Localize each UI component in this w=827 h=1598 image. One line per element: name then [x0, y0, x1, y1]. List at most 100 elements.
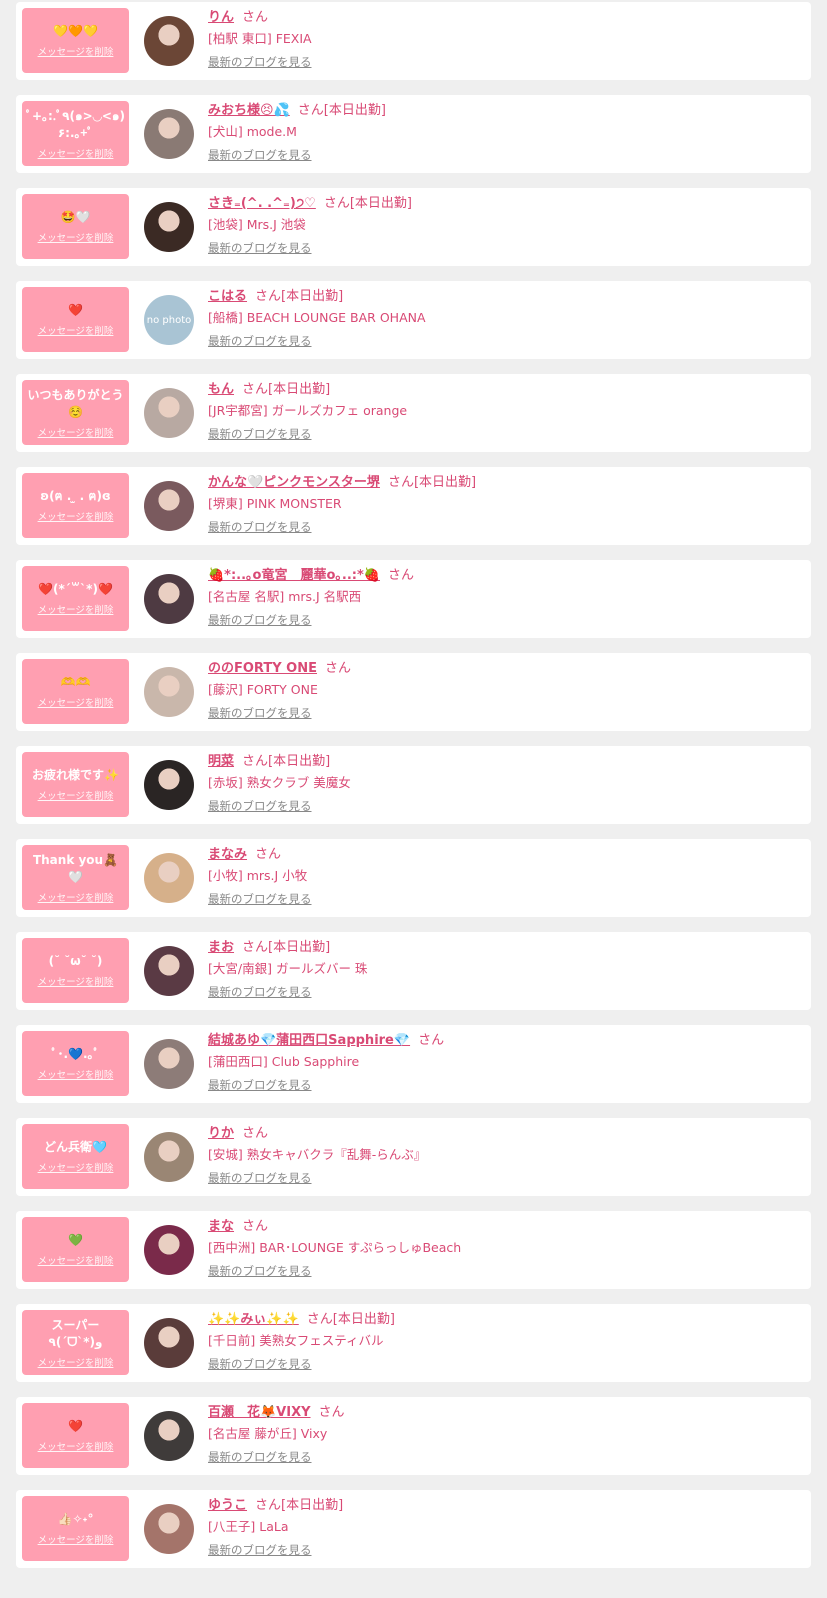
avatar[interactable] — [144, 853, 194, 903]
latest-blog-link[interactable]: 最新のブログを見る — [208, 1449, 312, 1465]
avatar[interactable] — [144, 1039, 194, 1089]
delete-message-link[interactable]: メッセージを削除 — [38, 323, 114, 337]
avatar[interactable] — [144, 1132, 194, 1182]
delete-message-link[interactable]: メッセージを削除 — [38, 146, 114, 160]
status-text: [本日出勤] — [281, 289, 344, 304]
delete-message-link[interactable]: メッセージを削除 — [38, 230, 114, 244]
name-line: まな さん — [208, 1218, 803, 1236]
delete-message-link[interactable]: メッセージを削除 — [38, 890, 114, 904]
delete-message-link[interactable]: メッセージを削除 — [38, 1160, 114, 1174]
avatar[interactable] — [144, 202, 194, 252]
girl-name-link[interactable]: りか — [208, 1126, 234, 1141]
girl-info: 百瀬 花🦊VIXY さん [名古屋 藤が丘] Vixy 最新のブログを見る — [208, 1404, 803, 1465]
girl-name-link[interactable]: さき₌(^. .^₌)੭♡ — [208, 196, 316, 211]
latest-blog-link[interactable]: 最新のブログを見る — [208, 798, 312, 814]
avatar[interactable] — [144, 946, 194, 996]
shop-name: [犬山] mode.M — [208, 124, 297, 139]
delete-message-link[interactable]: メッセージを削除 — [38, 1067, 114, 1081]
message-text: ﾟ･.💙.｡ﾟ — [51, 1047, 100, 1061]
avatar[interactable] — [144, 667, 194, 717]
name-line: さき₌(^. .^₌)੭♡ さん[本日出勤] — [208, 195, 803, 213]
message-card: ❤️ メッセージを削除 no photo こはる さん[本日出勤] [船橋] BE… — [16, 281, 811, 359]
latest-blog-link[interactable]: 最新のブログを見る — [208, 1542, 312, 1558]
delete-message-link[interactable]: メッセージを削除 — [38, 602, 114, 616]
avatar[interactable] — [144, 1318, 194, 1368]
message-bubble-wrap: 💚 メッセージを削除 — [16, 1211, 138, 1289]
avatar[interactable] — [144, 760, 194, 810]
avatar[interactable] — [144, 481, 194, 531]
message-card: どん兵衛🩵 メッセージを削除 りか さん [安城] 熟女キャバクラ『乱舞-らんぶ』… — [16, 1118, 811, 1196]
message-text: 🤩🤍 — [60, 210, 91, 224]
latest-blog-link[interactable]: 最新のブログを見る — [208, 333, 312, 349]
girl-name-link[interactable]: 結城あゆ💎蒲田西口Sapphire💎 — [208, 1033, 410, 1048]
delete-message-link[interactable]: メッセージを削除 — [38, 509, 114, 523]
girl-name-link[interactable]: 明菜 — [208, 754, 234, 769]
honorific: さん — [318, 1405, 345, 1420]
avatar[interactable]: no photo — [144, 295, 194, 345]
latest-blog-link[interactable]: 最新のブログを見る — [208, 1077, 312, 1093]
girl-name-link[interactable]: まお — [208, 940, 234, 955]
latest-blog-link[interactable]: 最新のブログを見る — [208, 1170, 312, 1186]
girl-name-link[interactable]: 🍓*:..｡o竜宮 麗華o｡..:*🍓 — [208, 568, 380, 583]
girl-name-link[interactable]: ゆうこ — [208, 1498, 247, 1513]
message-text: ﾟ+｡:.ﾟ٩(๑>◡<๑)۶:.｡+ﾟ — [25, 108, 126, 140]
shop-name: [柏駅 東口] FEXIA — [208, 31, 312, 46]
message-text: 💛🧡💛 — [53, 24, 98, 38]
girl-name-link[interactable]: ののFORTY ONE — [208, 661, 317, 676]
latest-blog-link[interactable]: 最新のブログを見る — [208, 1356, 312, 1372]
delete-message-link[interactable]: メッセージを削除 — [38, 1439, 114, 1453]
message-text: いつもありがとう☺️ — [27, 387, 124, 419]
honorific: さん — [255, 847, 282, 862]
girl-name-link[interactable]: まな — [208, 1219, 234, 1234]
message-card: ʚ(ฅ︎ . ̫ . ฅ︎)ɞ メッセージを削除 かんな🤍ピンクモンスター堺 さん… — [16, 467, 811, 545]
honorific: さん — [418, 1033, 445, 1048]
honorific: さん — [242, 940, 269, 955]
avatar[interactable] — [144, 388, 194, 438]
latest-blog-link[interactable]: 最新のブログを見る — [208, 426, 312, 442]
girl-name-link[interactable]: ✨✨みぃ✨✨ — [208, 1312, 299, 1327]
latest-blog-link[interactable]: 最新のブログを見る — [208, 519, 312, 535]
message-card: Thank you🧸🤍 メッセージを削除 まなみ さん [小牧] mrs.J 小牧… — [16, 839, 811, 917]
avatar[interactable] — [144, 574, 194, 624]
delete-message-link[interactable]: メッセージを削除 — [38, 974, 114, 988]
delete-message-link[interactable]: メッセージを削除 — [38, 425, 114, 439]
latest-blog-link[interactable]: 最新のブログを見る — [208, 705, 312, 721]
delete-message-link[interactable]: メッセージを削除 — [38, 44, 114, 58]
avatar[interactable] — [144, 1504, 194, 1554]
delete-message-link[interactable]: メッセージを削除 — [38, 1253, 114, 1267]
avatar[interactable] — [144, 16, 194, 66]
delete-message-link[interactable]: メッセージを削除 — [38, 1532, 114, 1546]
girl-name-link[interactable]: かんな🤍ピンクモンスター堺 — [208, 475, 380, 490]
shop-name: [船橋] BEACH LOUNGE BAR OHANA — [208, 310, 426, 325]
name-line: まなみ さん — [208, 846, 803, 864]
girl-name-link[interactable]: 百瀬 花🦊VIXY — [208, 1405, 311, 1420]
latest-blog-link[interactable]: 最新のブログを見る — [208, 1263, 312, 1279]
latest-blog-link[interactable]: 最新のブログを見る — [208, 54, 312, 70]
latest-blog-link[interactable]: 最新のブログを見る — [208, 891, 312, 907]
girl-info: まお さん[本日出勤] [大宮/南銀] ガールズバー 珠 最新のブログを見る — [208, 939, 803, 1000]
girl-name-link[interactable]: りん — [208, 10, 234, 25]
avatar[interactable] — [144, 109, 194, 159]
message-bubble-wrap: Thank you🧸🤍 メッセージを削除 — [16, 839, 138, 917]
girl-name-link[interactable]: こはる — [208, 289, 247, 304]
message-bubble: 🫶🫶 メッセージを削除 — [22, 659, 129, 724]
latest-blog-link[interactable]: 最新のブログを見る — [208, 147, 312, 163]
delete-message-link[interactable]: メッセージを削除 — [38, 695, 114, 709]
message-card: ﾟ･.💙.｡ﾟ メッセージを削除 結城あゆ💎蒲田西口Sapphire💎 さん [蒲… — [16, 1025, 811, 1103]
name-line: 🍓*:..｡o竜宮 麗華o｡..:*🍓 さん — [208, 567, 803, 585]
latest-blog-link[interactable]: 最新のブログを見る — [208, 612, 312, 628]
delete-message-link[interactable]: メッセージを削除 — [38, 1355, 114, 1369]
girl-name-link[interactable]: みおち様😣💦 — [208, 103, 290, 118]
delete-message-link[interactable]: メッセージを削除 — [38, 788, 114, 802]
message-card: ❤️(*´꒳`*)❤️ メッセージを削除 🍓*:..｡o竜宮 麗華o｡..:*🍓… — [16, 560, 811, 638]
girl-name-link[interactable]: まなみ — [208, 847, 247, 862]
latest-blog-link[interactable]: 最新のブログを見る — [208, 984, 312, 1000]
avatar[interactable] — [144, 1225, 194, 1275]
girl-name-link[interactable]: もん — [208, 382, 234, 397]
avatar[interactable] — [144, 1411, 194, 1461]
status-text: [本日出勤] — [268, 754, 331, 769]
honorific: さん — [242, 382, 269, 397]
status-text: [本日出勤] — [268, 382, 331, 397]
latest-blog-link[interactable]: 最新のブログを見る — [208, 240, 312, 256]
message-text: 🫶🫶 — [60, 675, 91, 689]
